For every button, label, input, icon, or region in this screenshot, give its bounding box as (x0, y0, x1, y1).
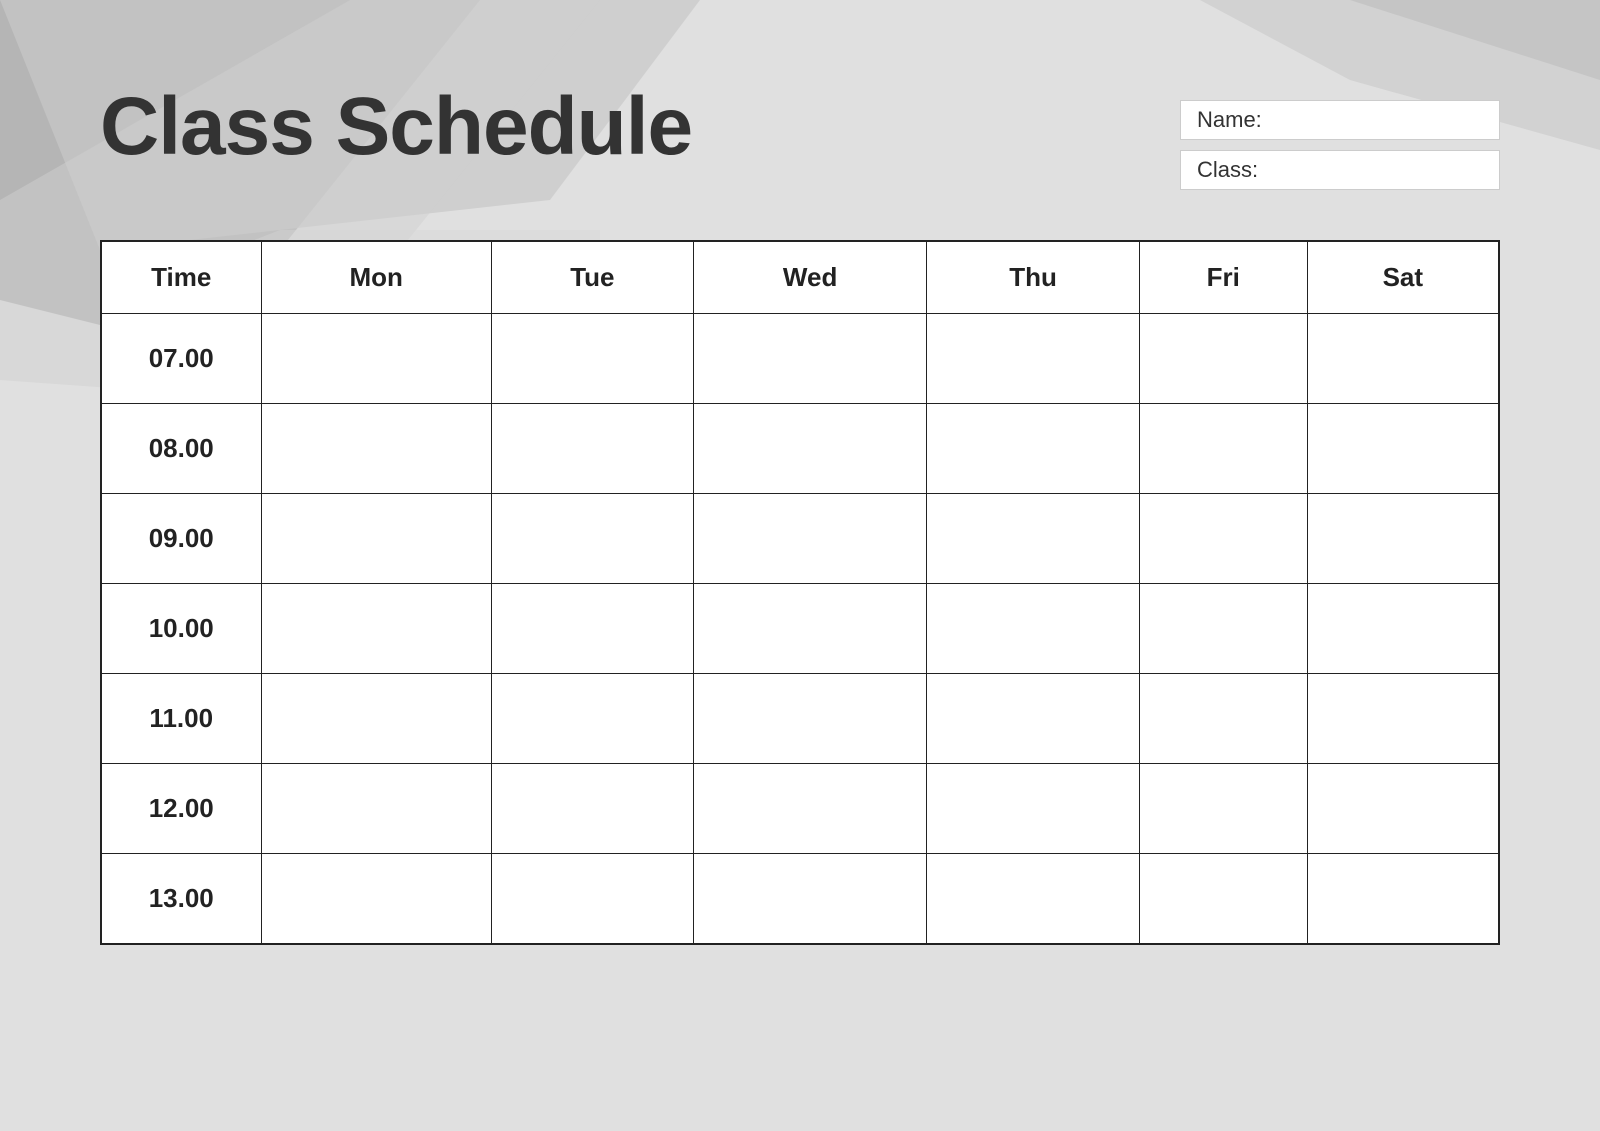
time-cell-0: 07.00 (101, 314, 261, 404)
class-label: Class: (1197, 157, 1258, 183)
cell-fri-4[interactable] (1139, 674, 1307, 764)
cell-wed-4[interactable] (693, 674, 926, 764)
cell-wed-6[interactable] (693, 854, 926, 944)
cell-wed-5[interactable] (693, 764, 926, 854)
header-mon: Mon (261, 241, 491, 314)
time-cell-6: 13.00 (101, 854, 261, 944)
cell-sat-3[interactable] (1307, 584, 1499, 674)
cell-tue-4[interactable] (491, 674, 693, 764)
time-cell-4: 11.00 (101, 674, 261, 764)
cell-sat-1[interactable] (1307, 404, 1499, 494)
table-row: 10.00 (101, 584, 1499, 674)
header-area: Class Schedule Name: Class: (100, 80, 1500, 190)
page-title: Class Schedule (100, 80, 692, 174)
cell-tue-2[interactable] (491, 494, 693, 584)
name-field[interactable]: Name: (1180, 100, 1500, 140)
header-time: Time (101, 241, 261, 314)
cell-thu-0[interactable] (927, 314, 1139, 404)
cell-tue-0[interactable] (491, 314, 693, 404)
header-thu: Thu (927, 241, 1139, 314)
cell-fri-2[interactable] (1139, 494, 1307, 584)
table-row: 07.00 (101, 314, 1499, 404)
name-label: Name: (1197, 107, 1262, 133)
cell-sat-0[interactable] (1307, 314, 1499, 404)
class-field[interactable]: Class: (1180, 150, 1500, 190)
cell-fri-1[interactable] (1139, 404, 1307, 494)
time-cell-1: 08.00 (101, 404, 261, 494)
table-row: 08.00 (101, 404, 1499, 494)
cell-fri-6[interactable] (1139, 854, 1307, 944)
cell-mon-1[interactable] (261, 404, 491, 494)
cell-mon-0[interactable] (261, 314, 491, 404)
header-fri: Fri (1139, 241, 1307, 314)
cell-fri-5[interactable] (1139, 764, 1307, 854)
cell-wed-0[interactable] (693, 314, 926, 404)
cell-sat-5[interactable] (1307, 764, 1499, 854)
cell-mon-3[interactable] (261, 584, 491, 674)
table-header-row: Time Mon Tue Wed Thu Fri Sat (101, 241, 1499, 314)
cell-thu-2[interactable] (927, 494, 1139, 584)
cell-thu-5[interactable] (927, 764, 1139, 854)
cell-mon-2[interactable] (261, 494, 491, 584)
table-row: 11.00 (101, 674, 1499, 764)
cell-sat-6[interactable] (1307, 854, 1499, 944)
cell-tue-1[interactable] (491, 404, 693, 494)
cell-thu-3[interactable] (927, 584, 1139, 674)
header-tue: Tue (491, 241, 693, 314)
cell-fri-3[interactable] (1139, 584, 1307, 674)
time-cell-5: 12.00 (101, 764, 261, 854)
cell-thu-1[interactable] (927, 404, 1139, 494)
cell-tue-3[interactable] (491, 584, 693, 674)
header-sat: Sat (1307, 241, 1499, 314)
table-row: 12.00 (101, 764, 1499, 854)
cell-tue-5[interactable] (491, 764, 693, 854)
cell-mon-4[interactable] (261, 674, 491, 764)
header-wed: Wed (693, 241, 926, 314)
table-row: 09.00 (101, 494, 1499, 584)
schedule-table: Time Mon Tue Wed Thu Fri Sat 07.0008.000… (100, 240, 1500, 945)
cell-thu-6[interactable] (927, 854, 1139, 944)
cell-fri-0[interactable] (1139, 314, 1307, 404)
cell-wed-3[interactable] (693, 584, 926, 674)
cell-wed-1[interactable] (693, 404, 926, 494)
time-cell-3: 10.00 (101, 584, 261, 674)
info-fields: Name: Class: (1180, 100, 1500, 190)
cell-wed-2[interactable] (693, 494, 926, 584)
time-cell-2: 09.00 (101, 494, 261, 584)
cell-sat-2[interactable] (1307, 494, 1499, 584)
cell-mon-6[interactable] (261, 854, 491, 944)
cell-thu-4[interactable] (927, 674, 1139, 764)
table-row: 13.00 (101, 854, 1499, 944)
cell-tue-6[interactable] (491, 854, 693, 944)
cell-mon-5[interactable] (261, 764, 491, 854)
cell-sat-4[interactable] (1307, 674, 1499, 764)
